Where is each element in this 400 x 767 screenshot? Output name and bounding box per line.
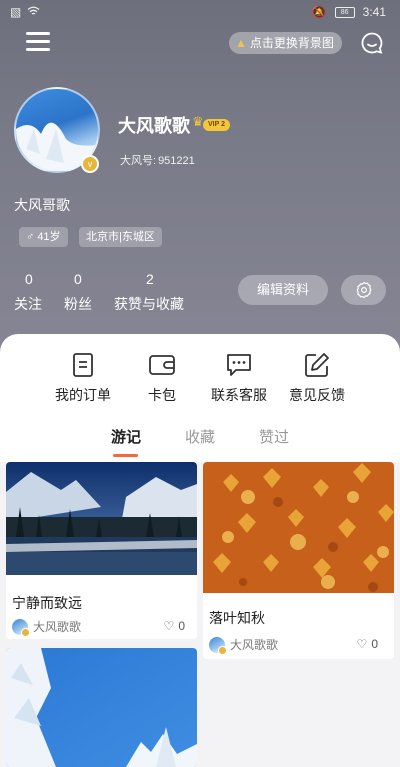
gender-icon: ♂ (26, 231, 35, 243)
sim-icon: ▧ (10, 5, 22, 19)
contact-service-button[interactable]: 联系客服 (199, 352, 279, 405)
post-card[interactable]: 落叶知秋 大风歌歌 ♡ 0 (203, 462, 394, 659)
likes-collects-label[interactable]: 获赞与收藏 (114, 294, 184, 314)
followers-count[interactable]: 0 (74, 271, 82, 287)
location-tag: 北京市|东城区 (79, 227, 162, 247)
post-author: 大风歌歌 (209, 636, 279, 655)
author-name: 大风歌歌 (230, 638, 279, 652)
message-icon[interactable] (360, 31, 384, 55)
age-tag-label: 41岁 (37, 231, 61, 243)
username: 大风歌歌 (118, 116, 190, 136)
post-image (6, 462, 197, 575)
profile-header: ▧ 🔕 86 3:41 ▲ 点击更换背景图 v 大风歌歌 ♛ VIP 2 大风号… (0, 0, 400, 362)
user-id-label: 大风号: (120, 155, 157, 167)
heart-icon: ♡ (356, 637, 368, 651)
following-label[interactable]: 关注 (14, 294, 42, 314)
nickname: 大风哥歌 (14, 197, 70, 213)
menu-icon[interactable] (26, 32, 50, 54)
crown-icon: ♛ (192, 114, 204, 129)
tab-travel-notes[interactable]: 游记 (111, 426, 141, 447)
author-avatar (12, 618, 30, 637)
battery-icon: 86 (334, 6, 355, 18)
change-background-button[interactable]: ▲ 点击更换背景图 (229, 32, 342, 54)
post-image (6, 648, 197, 767)
chat-bubble-icon (199, 352, 279, 378)
heart-icon: ♡ (163, 619, 175, 633)
card-wallet-label: 卡包 (148, 387, 176, 403)
post-card[interactable] (6, 648, 197, 767)
like-button[interactable]: ♡ 0 (164, 619, 185, 633)
post-title: 宁静而致远 (12, 595, 82, 611)
mute-icon: 🔕 (311, 5, 327, 19)
feedback-edit-icon (277, 352, 357, 378)
followers-label[interactable]: 粉丝 (64, 294, 92, 314)
like-count: 0 (178, 619, 185, 633)
likes-collects-count[interactable]: 2 (146, 271, 154, 287)
post-feed: 宁静而致远 大风歌歌 ♡ 0 落叶知秋 大风歌歌 ♡ 0 (0, 462, 400, 767)
like-count: 0 (371, 637, 378, 651)
contact-service-label: 联系客服 (211, 387, 267, 403)
edit-profile-button[interactable]: 编辑资料 (238, 275, 328, 305)
like-button[interactable]: ♡ 0 (357, 637, 378, 651)
post-author: 大风歌歌 (12, 618, 82, 637)
age-tag: ♂ 41岁 (19, 227, 68, 247)
user-id-value: 951221 (158, 155, 195, 167)
post-card[interactable]: 宁静而致远 大风歌歌 ♡ 0 (6, 462, 197, 639)
user-id: 大风号: 951221 (118, 152, 195, 168)
settings-button[interactable] (341, 275, 386, 305)
post-image (203, 462, 394, 593)
picture-icon: ▲ (235, 36, 247, 50)
author-avatar (209, 636, 227, 655)
card-wallet-button[interactable]: 卡包 (122, 352, 202, 405)
my-orders-button[interactable]: 我的订单 (43, 352, 123, 405)
content-tabs: 游记 收藏 赞过 (0, 414, 400, 462)
status-bar: ▧ 🔕 86 3:41 (0, 0, 400, 24)
vip-badge: VIP 2 (203, 119, 230, 131)
order-icon (43, 352, 123, 378)
my-orders-label: 我的订单 (55, 387, 111, 403)
tab-liked[interactable]: 赞过 (259, 426, 289, 447)
active-tab-indicator (113, 454, 138, 457)
following-count[interactable]: 0 (25, 271, 33, 287)
quick-actions-bar: 我的订单 卡包 联系客服 意见反馈 (0, 334, 400, 414)
wallet-icon (122, 352, 202, 378)
tab-favorites[interactable]: 收藏 (185, 426, 215, 447)
post-title: 落叶知秋 (209, 610, 265, 626)
author-name: 大风歌歌 (33, 620, 82, 634)
feedback-label: 意见反馈 (289, 387, 345, 403)
gear-icon (356, 281, 371, 299)
status-time: 3:41 (362, 5, 386, 19)
verified-badge-icon: v (81, 155, 99, 173)
feedback-button[interactable]: 意见反馈 (277, 352, 357, 405)
change-background-label: 点击更换背景图 (249, 36, 334, 50)
wifi-icon (27, 5, 40, 19)
